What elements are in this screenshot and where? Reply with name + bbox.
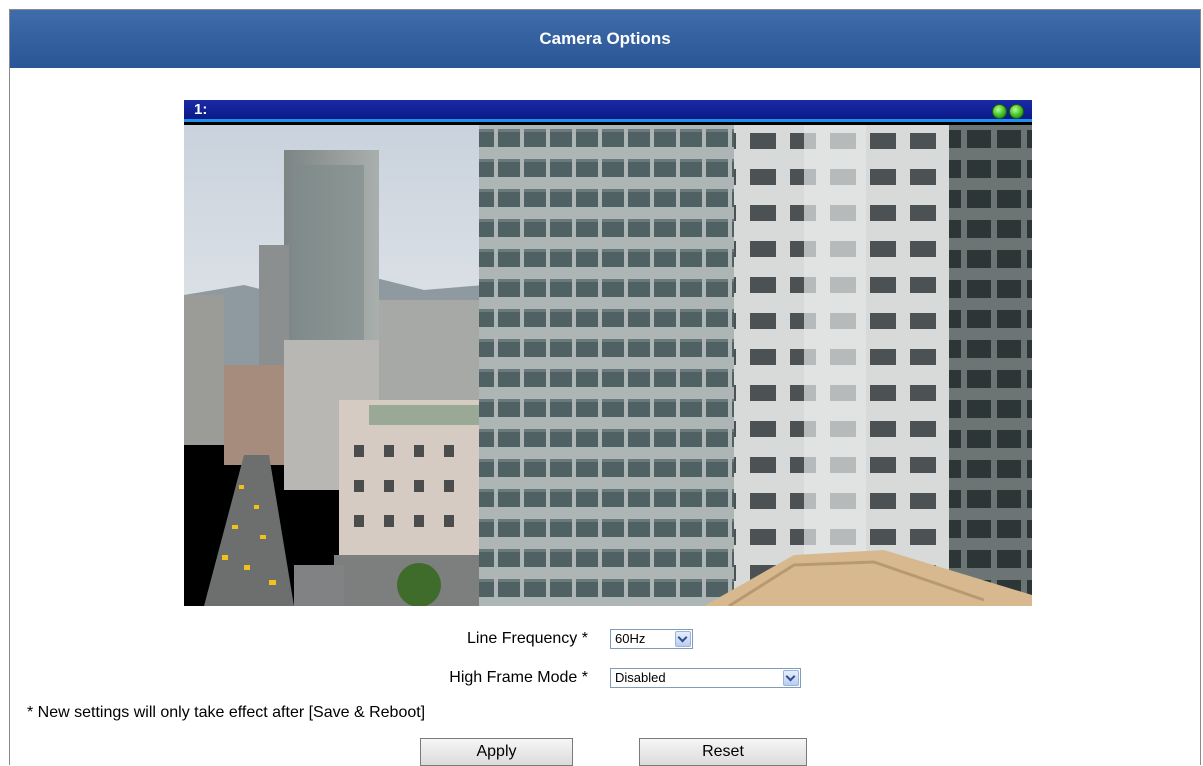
high-frame-mode-select[interactable]: Disabled <box>610 668 801 688</box>
video-panel: 1: <box>184 100 1032 606</box>
video-header: 1: <box>184 100 1032 122</box>
city-scene-image <box>184 125 1032 606</box>
status-indicators <box>992 104 1024 119</box>
page-title: Camera Options <box>539 29 671 48</box>
green-status-icon <box>992 104 1007 119</box>
reset-button[interactable]: Reset <box>639 738 807 766</box>
line-frequency-label: Line Frequency * <box>467 630 588 647</box>
green-status-icon <box>1009 104 1024 119</box>
chevron-down-icon[interactable] <box>675 631 691 647</box>
apply-button[interactable]: Apply <box>420 738 573 766</box>
page-title-bar: Camera Options <box>10 10 1200 68</box>
chevron-down-icon[interactable] <box>783 670 799 686</box>
high-frame-mode-label: High Frame Mode * <box>449 669 588 686</box>
line-frequency-select[interactable]: 60Hz <box>610 629 693 649</box>
camera-options-panel: Camera Options 1: Line Frequency * 60Hz … <box>9 9 1201 766</box>
reboot-note: * New settings will only take effect aft… <box>27 704 426 721</box>
channel-label: 1: <box>194 101 208 118</box>
camera-live-view[interactable] <box>184 125 1032 606</box>
